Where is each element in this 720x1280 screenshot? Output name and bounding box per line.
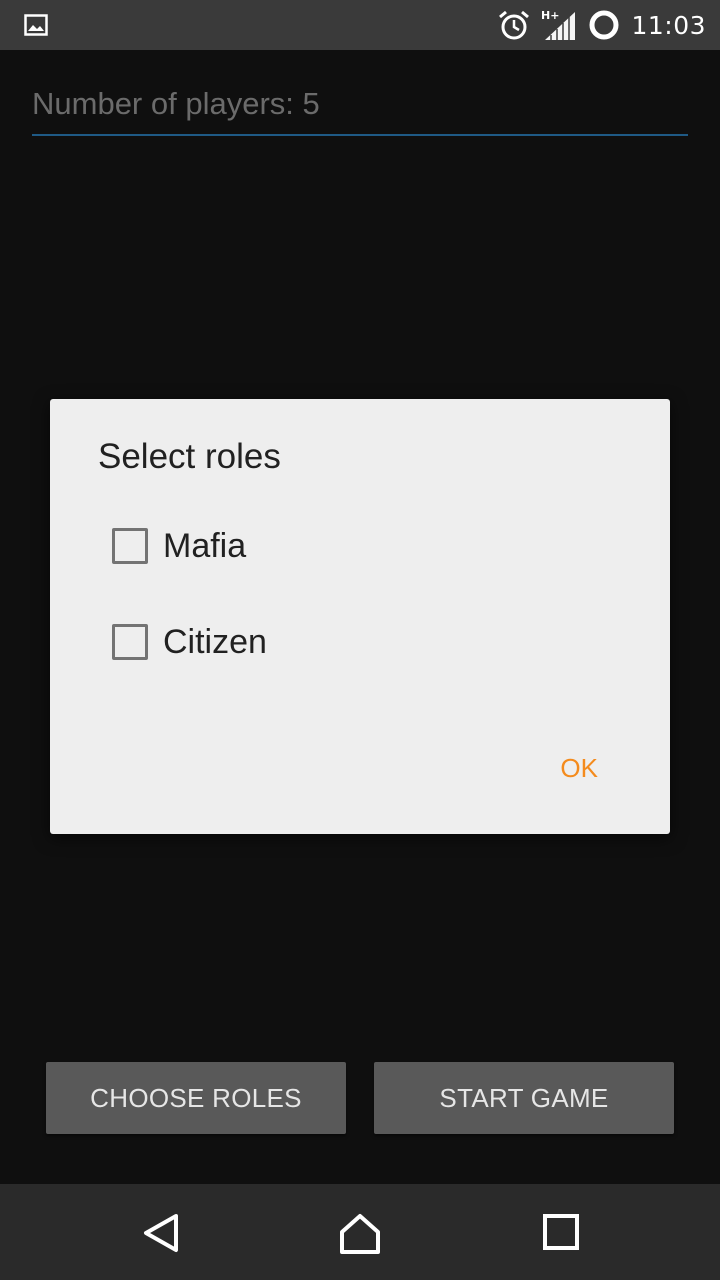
mafia-checkbox[interactable] bbox=[112, 528, 148, 564]
dialog-title: Select roles bbox=[98, 437, 281, 476]
home-icon[interactable] bbox=[338, 1212, 382, 1256]
players-count-text: Number of players: 5 bbox=[32, 86, 320, 121]
role-label-mafia: Mafia bbox=[163, 526, 247, 565]
svg-text:H+: H+ bbox=[541, 9, 559, 22]
gallery-notification-icon bbox=[24, 14, 48, 36]
select-roles-dialog: Select roles Mafia Citizen OK bbox=[50, 399, 670, 834]
choose-roles-button[interactable]: CHOOSE ROLES bbox=[46, 1062, 346, 1134]
alarm-icon bbox=[499, 10, 530, 40]
back-icon[interactable] bbox=[140, 1212, 182, 1254]
status-bar: H+ 11:03 bbox=[0, 0, 720, 50]
signal-hplus-icon: H+ bbox=[541, 9, 576, 40]
players-count-field[interactable]: Number of players: 5 bbox=[32, 82, 688, 136]
battery-ring-icon bbox=[589, 10, 619, 40]
recents-icon[interactable] bbox=[542, 1212, 580, 1252]
role-option-citizen[interactable]: Citizen bbox=[112, 618, 267, 666]
ok-button[interactable]: OK bbox=[560, 753, 598, 784]
start-game-button[interactable]: START GAME bbox=[374, 1062, 674, 1134]
role-option-mafia[interactable]: Mafia bbox=[112, 522, 246, 570]
navigation-bar bbox=[0, 1184, 720, 1280]
citizen-checkbox[interactable] bbox=[112, 624, 148, 660]
role-label-citizen: Citizen bbox=[163, 622, 267, 661]
status-time: 11:03 bbox=[631, 10, 706, 40]
